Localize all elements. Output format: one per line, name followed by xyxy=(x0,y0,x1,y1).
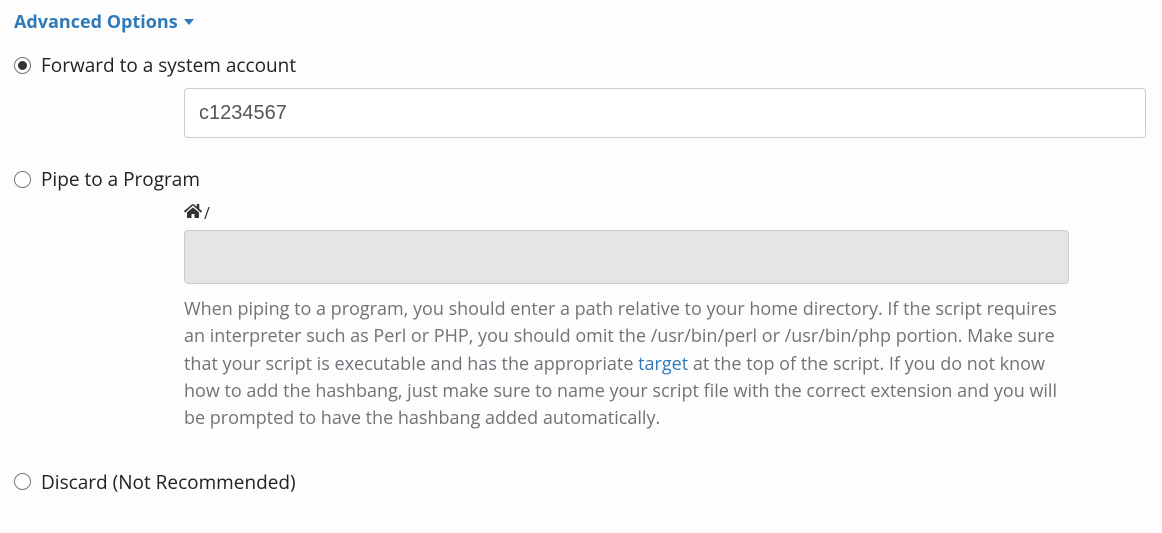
option-pipe-row: Pipe to a Program xyxy=(14,166,1148,192)
option-discard-row: Discard (Not Recommended) xyxy=(14,469,1148,495)
radio-forward[interactable] xyxy=(14,57,31,74)
path-prefix: / xyxy=(184,202,1148,224)
option-discard-label[interactable]: Discard (Not Recommended) xyxy=(41,469,296,495)
advanced-options-label: Advanced Options xyxy=(14,10,178,34)
path-slash: / xyxy=(204,202,210,224)
caret-down-icon xyxy=(184,19,194,25)
target-link[interactable]: target xyxy=(638,352,688,376)
advanced-options-toggle[interactable]: Advanced Options xyxy=(14,10,194,34)
option-forward-row: Forward to a system account xyxy=(14,52,1148,78)
pipe-help-text: When piping to a program, you should ent… xyxy=(184,296,1079,433)
option-pipe-label[interactable]: Pipe to a Program xyxy=(41,166,200,192)
home-icon xyxy=(184,202,202,224)
forward-account-input[interactable] xyxy=(184,88,1146,138)
pipe-input-container: / When piping to a program, you should e… xyxy=(184,202,1148,433)
option-forward-label[interactable]: Forward to a system account xyxy=(41,52,296,78)
pipe-path-input xyxy=(184,230,1069,284)
forward-input-container xyxy=(184,88,1148,138)
radio-discard[interactable] xyxy=(14,473,31,490)
radio-pipe[interactable] xyxy=(14,171,31,188)
